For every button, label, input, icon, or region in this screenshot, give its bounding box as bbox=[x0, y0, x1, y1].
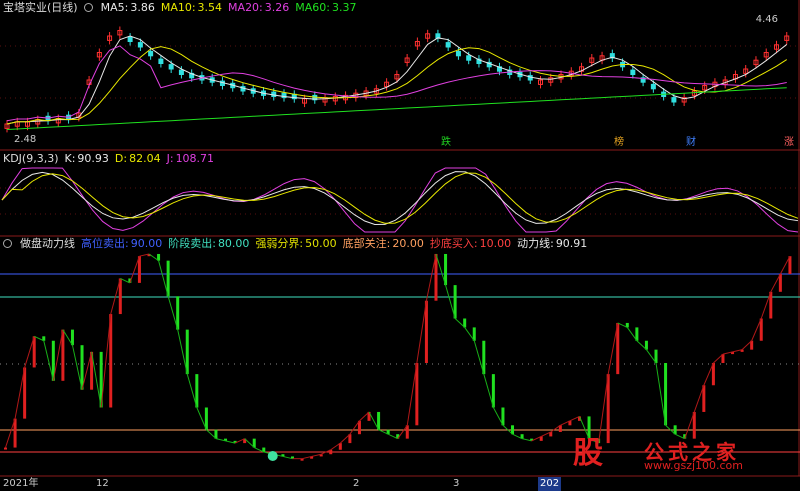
x-axis-label-3: 3 bbox=[453, 478, 460, 489]
candle-body bbox=[630, 69, 636, 75]
watermark: 股 公式之家 www.gszj100.com bbox=[556, 436, 796, 472]
candle-body bbox=[158, 58, 164, 64]
ma20-line bbox=[6, 45, 787, 122]
kdj-k-item: K: 90.93 bbox=[64, 152, 109, 165]
watermark-logo: 股 bbox=[573, 436, 603, 471]
candle-body bbox=[168, 64, 174, 70]
ma60-line bbox=[6, 87, 787, 130]
ma5-item: MA5: 3.86 bbox=[100, 1, 155, 14]
x-axis-label-4[interactable]: 202 bbox=[538, 477, 562, 491]
candle-body bbox=[650, 83, 656, 90]
price-high-label: 4.46 bbox=[755, 14, 778, 25]
event-marker-2[interactable]: 财 bbox=[686, 137, 696, 149]
settings-circle-icon[interactable] bbox=[3, 239, 12, 248]
candle-body bbox=[445, 42, 451, 48]
watermark-url: www.gszj100.com bbox=[644, 459, 744, 472]
kdj-d-item: D: 82.04 bbox=[114, 152, 161, 165]
ma60-item: MA60: 3.37 bbox=[295, 1, 357, 14]
kdj-j-item: J: 108.71 bbox=[166, 152, 215, 165]
stock-title: 宝塔实业(日线) bbox=[3, 1, 78, 14]
main-legend: 宝塔实业(日线) MA5: 3.86 MA10: 3.54 MA20: 3.26 MA… bbox=[0, 0, 356, 15]
ind-item-1: 阶段卖出: 80.00 bbox=[168, 237, 250, 250]
kdj-legend: KDJ(9,3,3) K: 90.93 D: 82.04 J: 108.71 bbox=[0, 151, 214, 166]
event-marker-1[interactable]: 榜 bbox=[614, 137, 624, 149]
candle-body bbox=[127, 36, 133, 42]
event-marker-0[interactable]: 跌 bbox=[441, 137, 451, 149]
price-low-label: 2.48 bbox=[14, 134, 37, 145]
x-axis-label-1: 12 bbox=[96, 478, 109, 489]
indicator-bar bbox=[4, 447, 7, 450]
ind-item-0: 高位卖出: 90.00 bbox=[81, 237, 163, 250]
ma10-item: MA10: 3.54 bbox=[160, 1, 223, 14]
candle-body bbox=[137, 42, 143, 48]
candle-body bbox=[671, 97, 677, 103]
x-axis-label-0: 2021年 bbox=[3, 478, 39, 489]
indicator-title: 做盘动力线 bbox=[20, 237, 75, 250]
dropdown-circle-icon[interactable] bbox=[83, 3, 93, 12]
ma10-line bbox=[6, 46, 788, 125]
ind-item-4: 抄底买入: 10.00 bbox=[429, 237, 512, 250]
buy-signal-icon bbox=[267, 451, 278, 461]
event-marker-3[interactable]: 涨 bbox=[784, 137, 794, 149]
candle-body bbox=[455, 50, 461, 57]
ind-item-3: 底部关注: 20.00 bbox=[342, 237, 424, 250]
candle-body bbox=[466, 55, 472, 61]
kdj-d-line bbox=[1, 172, 799, 224]
candle-body bbox=[148, 50, 154, 57]
indicator-legend: 做盘动力线 高位卖出: 90.00 阶段卖出: 80.00 强弱分界: 50.00 底… bbox=[0, 236, 587, 251]
ind-item-2: 强弱分界: 50.00 bbox=[255, 237, 337, 250]
ind-item-5: 动力线: 90.91 bbox=[517, 237, 588, 250]
kdj-title: KDJ(9,3,3) bbox=[3, 152, 59, 165]
ma20-item: MA20: 3.26 bbox=[228, 1, 290, 14]
candle-body bbox=[178, 69, 184, 75]
x-axis-label-2: 2 bbox=[353, 478, 360, 489]
